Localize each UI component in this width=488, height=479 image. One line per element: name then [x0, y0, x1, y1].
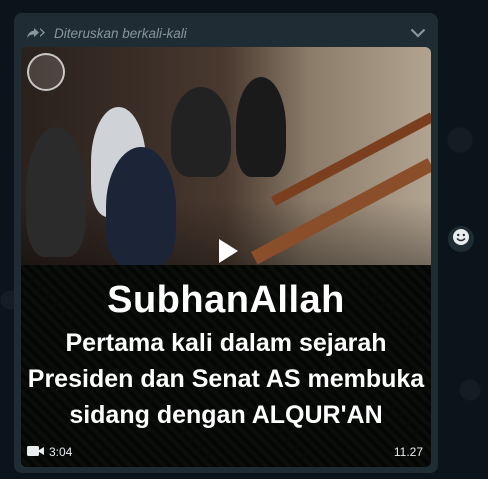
forwarded-arrows-icon	[26, 26, 48, 40]
forwarded-indicator: Diteruskan berkali-kali	[26, 23, 187, 43]
caption-line-3: sidang dengan ALQUR'AN	[69, 401, 383, 429]
play-icon	[217, 238, 239, 269]
video-frame-image	[21, 47, 431, 267]
video-duration: 3:04	[27, 445, 72, 460]
message-timestamp: 11.27	[393, 445, 423, 459]
forwarded-video-message[interactable]: Diteruskan berkali-kali SubhanAllah Pert…	[14, 13, 438, 473]
duration-text: 3:04	[49, 445, 73, 459]
reaction-button[interactable]	[448, 226, 474, 252]
channel-logo	[27, 53, 65, 91]
video-meta-bar: 3:04 11.27	[27, 443, 423, 461]
forwarded-label: Diteruskan berkali-kali	[54, 25, 187, 41]
caption-title: SubhanAllah	[107, 279, 345, 321]
figure-4	[236, 77, 286, 177]
wooden-rail	[251, 158, 431, 265]
emoji-smiley-icon	[452, 228, 470, 251]
figure-3	[171, 87, 231, 177]
figure-5	[26, 127, 86, 257]
message-menu-chevron-icon[interactable]	[408, 23, 428, 43]
caption-line-1: Pertama kali dalam sejarah	[65, 329, 387, 357]
video-camera-icon	[27, 445, 45, 460]
wooden-rail-upper	[271, 112, 431, 206]
figure-2	[106, 147, 176, 267]
video-caption-overlay: SubhanAllah Pertama kali dalam sejarah P…	[21, 265, 431, 467]
video-thumbnail[interactable]: SubhanAllah Pertama kali dalam sejarah P…	[21, 47, 431, 467]
caption-line-2: Presiden dan Senat AS membuka	[27, 365, 425, 393]
